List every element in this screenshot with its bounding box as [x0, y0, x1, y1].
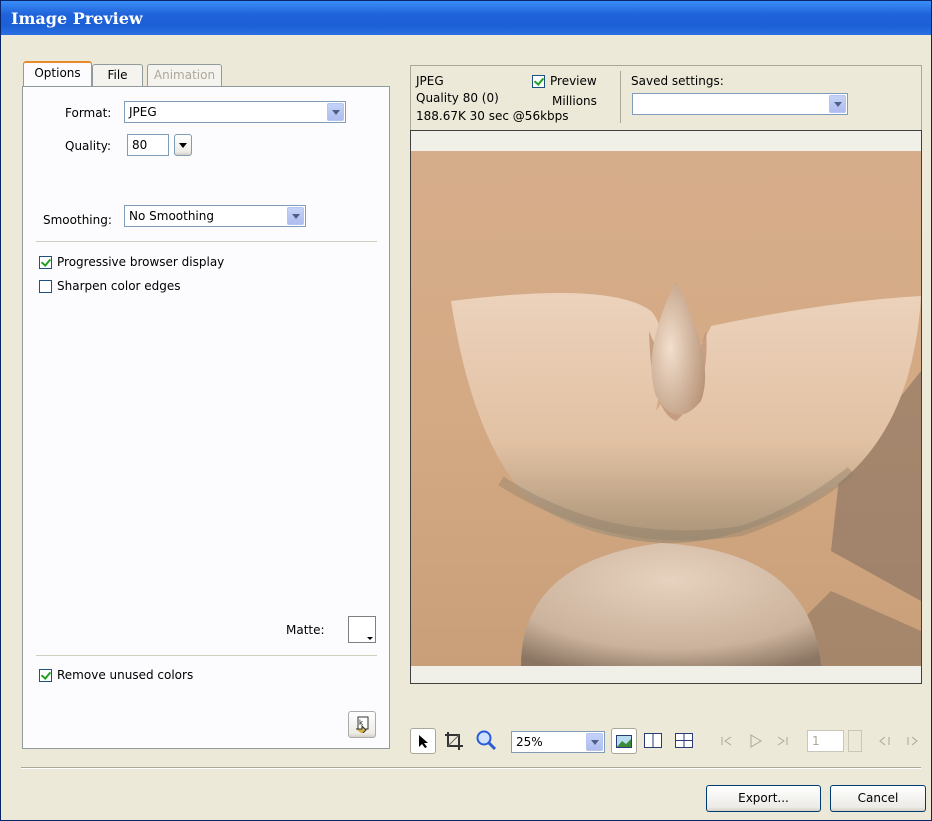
- sharpen-checkbox[interactable]: [39, 280, 52, 293]
- chevron-down-icon: [179, 143, 187, 148]
- cancel-button[interactable]: Cancel: [830, 785, 926, 812]
- divider: [36, 655, 377, 656]
- matte-color-swatch[interactable]: [348, 616, 376, 643]
- quality-input[interactable]: 80: [127, 134, 169, 156]
- one-pane-button[interactable]: [611, 728, 637, 754]
- divider: [620, 71, 621, 123]
- zoom-select[interactable]: 25%: [511, 731, 605, 753]
- image-preview-pane[interactable]: [410, 130, 922, 684]
- progressive-checkbox[interactable]: [39, 256, 52, 269]
- tab-options[interactable]: Options: [23, 61, 92, 86]
- tab-file[interactable]: File: [92, 64, 143, 86]
- sculpture-photo: [411, 131, 921, 666]
- chevron-down-icon[interactable]: [287, 207, 304, 225]
- divider: [21, 768, 921, 769]
- frame-number-input[interactable]: 1: [807, 730, 844, 752]
- info-format: JPEG: [416, 74, 444, 88]
- info-size: 188.67K 30 sec @56kbps: [416, 109, 569, 123]
- optimize-wizard-icon: k: [356, 716, 369, 733]
- frame-stepper[interactable]: [848, 730, 862, 752]
- preview-label[interactable]: Preview: [550, 74, 597, 88]
- format-value: JPEG: [129, 105, 157, 119]
- chevron-down-icon[interactable]: [829, 95, 846, 113]
- progressive-label[interactable]: Progressive browser display: [57, 255, 224, 269]
- smoothing-value: No Smoothing: [129, 209, 214, 223]
- chevron-down-icon: [367, 637, 373, 640]
- window-title: Image Preview: [11, 9, 143, 28]
- quality-slider-button[interactable]: [174, 134, 192, 156]
- options-panel: [22, 86, 390, 749]
- preview-pane-icon: [616, 735, 632, 748]
- last-frame-icon[interactable]: [776, 736, 788, 746]
- sharpen-label[interactable]: Sharpen color edges: [57, 279, 181, 293]
- zoom-value: 25%: [516, 735, 543, 749]
- format-select[interactable]: JPEG: [124, 101, 346, 123]
- quality-label: Quality:: [65, 139, 112, 153]
- tab-animation[interactable]: Animation: [147, 64, 222, 86]
- smoothing-select[interactable]: No Smoothing: [124, 205, 306, 227]
- next-frame-icon[interactable]: [906, 736, 918, 746]
- play-icon[interactable]: [749, 734, 763, 748]
- pointer-icon: [419, 735, 428, 748]
- two-pane-icon[interactable]: [644, 733, 662, 748]
- export-button[interactable]: Export...: [706, 785, 821, 812]
- chevron-down-icon[interactable]: [327, 103, 344, 121]
- four-pane-icon[interactable]: [675, 733, 693, 748]
- saved-settings-select[interactable]: [632, 93, 848, 115]
- optimize-wizard-button[interactable]: k: [348, 711, 376, 738]
- quality-value: 80: [132, 138, 148, 152]
- remove-unused-label[interactable]: Remove unused colors: [57, 668, 193, 682]
- chevron-down-icon[interactable]: [586, 733, 603, 751]
- info-quality: Quality 80 (0): [416, 91, 499, 105]
- format-label: Format:: [65, 106, 112, 120]
- smoothing-label: Smoothing:: [43, 213, 112, 227]
- image-preview-window: Image Preview Options File Animation For…: [0, 0, 932, 821]
- title-bar[interactable]: Image Preview: [1, 1, 931, 35]
- crop-icon[interactable]: [444, 731, 464, 751]
- prev-frame-icon[interactable]: [879, 736, 891, 746]
- matte-label: Matte:: [286, 623, 325, 637]
- zoom-icon[interactable]: [475, 729, 497, 751]
- first-frame-icon[interactable]: [721, 736, 733, 746]
- pointer-tool-button[interactable]: [410, 728, 436, 754]
- preview-checkbox[interactable]: [532, 75, 545, 88]
- saved-settings-label: Saved settings:: [631, 74, 724, 88]
- info-colors: Millions: [552, 94, 597, 108]
- divider: [36, 241, 377, 242]
- remove-unused-checkbox[interactable]: [39, 669, 52, 682]
- frame-number-value: 1: [812, 734, 820, 748]
